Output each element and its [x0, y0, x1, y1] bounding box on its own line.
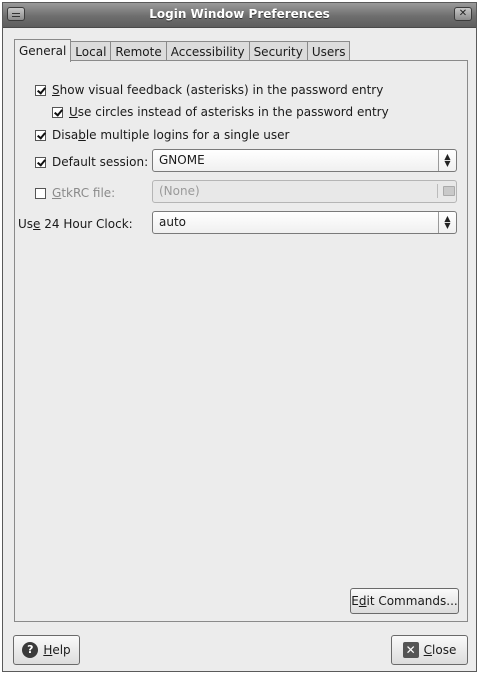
clock-option: Use 24 Hour Clock:: [18, 217, 133, 231]
help-label: Help: [43, 643, 71, 657]
tab-accessibility[interactable]: Accessibility: [165, 41, 250, 62]
help-icon: ?: [22, 642, 39, 658]
default-session-label: Default session:: [52, 155, 149, 169]
disable-multiple-option[interactable]: Disable multiple logins for a single use…: [35, 128, 289, 142]
edit-commands-button[interactable]: Edit Commands...: [350, 588, 459, 614]
tab-security[interactable]: Security: [248, 41, 308, 62]
default-session-option[interactable]: Default session:: [35, 155, 148, 169]
default-session-value: GNOME: [159, 153, 205, 167]
help-button[interactable]: ? Help: [13, 635, 80, 665]
title-bar: Login Window Preferences ✕: [3, 3, 476, 28]
show-feedback-checkbox[interactable]: [35, 84, 46, 96]
window-close-icon[interactable]: ✕: [454, 7, 472, 21]
clock-select[interactable]: auto ▲ ▼: [152, 211, 457, 234]
gtkrc-checkbox[interactable]: [35, 187, 46, 199]
window-title: Login Window Preferences: [149, 7, 330, 21]
tab-bar: General Local Remote Accessibility Secur…: [14, 39, 351, 62]
tab-local[interactable]: Local: [70, 41, 112, 62]
tab-remote[interactable]: Remote: [110, 41, 167, 62]
close-icon: ✕: [402, 642, 419, 658]
gtkrc-value: (None): [159, 184, 200, 198]
disable-multiple-label: Disable multiple logins for a single use…: [52, 128, 290, 142]
use-circles-checkbox[interactable]: [52, 106, 63, 118]
combo-arrow-icon: ▲ ▼: [438, 150, 456, 171]
close-label: Close: [423, 643, 457, 657]
gtkrc-file-chooser: (None): [152, 180, 457, 203]
file-chooser-icon: [437, 184, 455, 198]
gtkrc-option[interactable]: GtkRC file:: [35, 186, 115, 200]
clock-value: auto: [159, 215, 187, 229]
tab-users[interactable]: Users: [306, 41, 351, 62]
general-panel: Show visual feedback (asterisks) in the …: [14, 60, 468, 622]
disable-multiple-checkbox[interactable]: [35, 129, 46, 141]
close-button[interactable]: ✕ Close: [391, 635, 468, 665]
show-feedback-option[interactable]: Show visual feedback (asterisks) in the …: [35, 83, 383, 97]
show-feedback-label: Show visual feedback (asterisks) in the …: [52, 83, 384, 97]
default-session-select[interactable]: GNOME ▲ ▼: [152, 149, 457, 172]
edit-commands-label: Edit Commands...: [351, 594, 458, 608]
clock-label: Use 24 Hour Clock:: [18, 217, 133, 231]
tab-general[interactable]: General: [14, 39, 72, 62]
gtkrc-label: GtkRC file:: [52, 186, 116, 200]
preferences-window: Login Window Preferences ✕ General Local…: [2, 2, 477, 672]
use-circles-option[interactable]: Use circles instead of asterisks in the …: [52, 105, 389, 119]
use-circles-label: Use circles instead of asterisks in the …: [69, 105, 389, 119]
combo-arrow-icon: ▲ ▼: [438, 212, 456, 233]
default-session-checkbox[interactable]: [35, 156, 46, 168]
